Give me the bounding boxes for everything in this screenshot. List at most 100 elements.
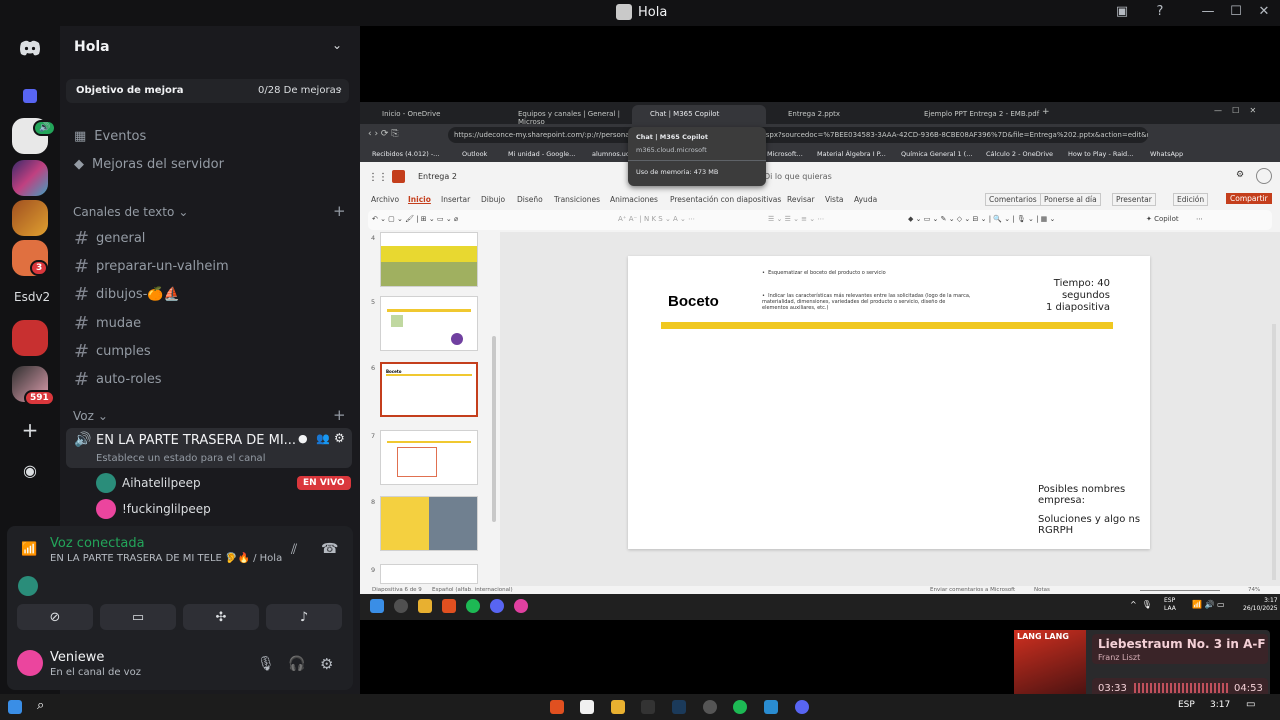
dm-icon[interactable] [12,78,48,114]
slide-thumbnail[interactable] [380,430,478,485]
browser-tab[interactable]: Equipos y canales | General | Microso [500,105,628,126]
slide-thumbnail-selected[interactable]: Boceto [380,362,478,417]
file-explorer-icon[interactable] [418,599,432,613]
search-box[interactable]: Di lo que quieras [764,172,832,181]
user-avatar[interactable] [17,650,43,676]
search-icon[interactable] [394,599,408,613]
thumbnail-scrollbar[interactable] [492,336,496,522]
brave-icon[interactable] [442,599,456,613]
noise-suppression-icon[interactable]: ⫽ [291,542,297,558]
clock[interactable]: 3:17 [1210,700,1230,710]
steam-icon[interactable] [672,700,686,714]
catch-up-button[interactable]: Ponerse al día [1040,193,1101,206]
language-indicator[interactable]: ESP [1178,700,1195,710]
server-name[interactable]: Hola [74,39,110,55]
server-icon[interactable] [12,320,48,356]
tab-revisar[interactable]: Revisar [787,195,815,204]
browser-tab[interactable]: Entrega 2.pptx [770,105,904,124]
tab-dibujo[interactable]: Dibujo [481,195,505,204]
account-avatar[interactable] [1256,168,1272,184]
bookmark[interactable]: Microsoft... [767,150,803,158]
tab-diseno[interactable]: Diseño [517,195,543,204]
window-controls[interactable]: — ☐ ✕ [1214,106,1256,115]
slide-thumbnail[interactable] [380,232,478,287]
paragraph-controls[interactable]: ☰ ⌄ ☰ ⌄ ≡ ⌄ ⋯ [768,215,824,223]
activities-button[interactable]: ✣ [183,604,259,630]
discord-icon[interactable] [795,700,809,714]
brave-icon[interactable] [550,700,564,714]
bookmark[interactable]: Recibidos (4.012) -... [372,150,439,158]
bookmark[interactable]: Material Álgebra I P... [817,150,886,158]
settings-gear-icon[interactable]: ⚙ [1236,170,1244,180]
add-voice-channel-icon[interactable]: + [333,406,346,424]
slide-thumbnail[interactable] [380,296,478,351]
add-server-icon[interactable]: + [12,412,48,448]
windows-start-icon[interactable] [370,599,384,613]
canvas-scrollbar[interactable] [1272,324,1276,580]
bookmark[interactable]: WhatsApp [1150,150,1183,158]
app-icon[interactable] [703,700,717,714]
browser-tab[interactable]: Ejemplo PPT Entrega 2 - EMB.pdf [906,105,1040,124]
voice-channel-info[interactable]: EN LA PARTE TRASERA DE MI TELE 🦻🔥 / Hola [50,553,282,564]
signal-icon[interactable]: 📶 [21,542,37,557]
tab-archivo[interactable]: Archivo [371,195,399,204]
voice-user[interactable]: Aihatelilpeep [96,473,201,493]
tab-transiciones[interactable]: Transiciones [554,195,600,204]
channel-cumples[interactable]: # cumples [74,341,151,362]
search-icon[interactable]: ⌕ [37,698,44,713]
browser-tab-active[interactable]: Chat | M365 Copilot [632,105,766,124]
app-icon[interactable] [580,700,594,714]
tab-animaciones[interactable]: Animaciones [610,195,658,204]
bookmark[interactable]: Cálculo 2 - OneDrive [986,150,1053,158]
file-name[interactable]: Entrega 2 [418,172,457,181]
tab-presentacion[interactable]: Presentación con diapositivas [670,195,781,204]
toolbar-icons[interactable]: ↶ ⌄ ▢ ⌄ 🖌 | ⊞ ⌄ ▭ ⌄ ⌀ [372,215,458,223]
spotify-icon[interactable] [466,599,480,613]
waveform[interactable] [1134,683,1228,693]
minimize-button[interactable]: — [1198,4,1218,19]
bookmark[interactable]: alumnos.ud [592,150,630,158]
spotify-icon[interactable] [733,700,747,714]
category-voice[interactable]: Voz ⌄ [73,409,108,423]
comments-button[interactable]: Comentarios [985,193,1041,206]
discover-icon[interactable]: ◉ [12,452,48,488]
soundboard-button[interactable]: ♪ [266,604,342,630]
editing-button[interactable]: Edición [1173,193,1209,206]
present-button[interactable]: Presentar [1112,193,1156,206]
server-icon[interactable] [12,200,48,236]
file-explorer-icon[interactable] [611,700,625,714]
discord-icon[interactable] [490,599,504,613]
new-tab-icon[interactable]: + [1042,107,1050,117]
channel-preparar-un-valheim[interactable]: # preparar-un-valheim [74,256,229,277]
camera-off-button[interactable]: ⊘ [17,604,93,630]
share-button[interactable]: Compartir [1226,193,1272,204]
slide-thumbnail[interactable] [380,496,478,551]
inbox-icon[interactable]: ▣ [1112,4,1132,19]
zoom-slider[interactable] [1140,590,1220,591]
font-controls[interactable]: A⁺ A⁻ | N K S ⌄ A ⌄ ⋯ [618,215,695,223]
drawing-controls[interactable]: ◆ ⌄ ▭ ⌄ ✎ ⌄ ◇ ⌄ ⊟ ⌄ | 🔍 ⌄ | 🎙 ⌄ | ▦ ⌄ [908,215,1055,223]
language-indicator[interactable]: ESP LAA [1164,597,1176,613]
nav-server-boosts[interactable]: ◆ Mejoras del servidor [74,157,224,172]
server-label[interactable]: Esdv2 [14,290,50,304]
stream-view[interactable]: Inicio - OneDrive Equipos y canales | Ge… [360,26,1280,694]
copilot-button[interactable]: ✦ Copilot [1146,215,1179,223]
screen-share-button[interactable]: ▭ [100,604,176,630]
nav-buttons-icon[interactable]: ‹ › ⟳ ⎘ [368,129,399,139]
boost-goal[interactable]: Objetivo de mejora 0/28 De mejoras › [66,79,349,103]
bookmark[interactable]: Química General 1 (... [901,150,972,158]
username[interactable]: Veniewe [50,650,104,665]
channel-dibujos[interactable]: # dibujos-🍊⛵ [74,284,180,305]
channel-auto-roles[interactable]: # auto-roles [74,369,162,390]
discord-home-icon[interactable] [12,30,48,66]
maximize-button[interactable]: ☐ [1226,4,1246,19]
channel-mudae[interactable]: # mudae [74,313,141,334]
music-widget[interactable]: LANG LANG Liebestraum No. 3 in A-Flat M … [1014,630,1270,702]
clock[interactable]: 3:17 26/10/2025 [1243,597,1278,613]
settings-gear-icon[interactable]: ⚙ [320,655,333,673]
notifications-icon[interactable]: ▭ [1246,699,1255,710]
nav-events[interactable]: ▦ Eventos [74,129,146,144]
channel-general[interactable]: # general [74,228,145,249]
voice-user[interactable]: !fuckinglilpeep [96,499,211,519]
windows-start-icon[interactable] [8,700,22,714]
